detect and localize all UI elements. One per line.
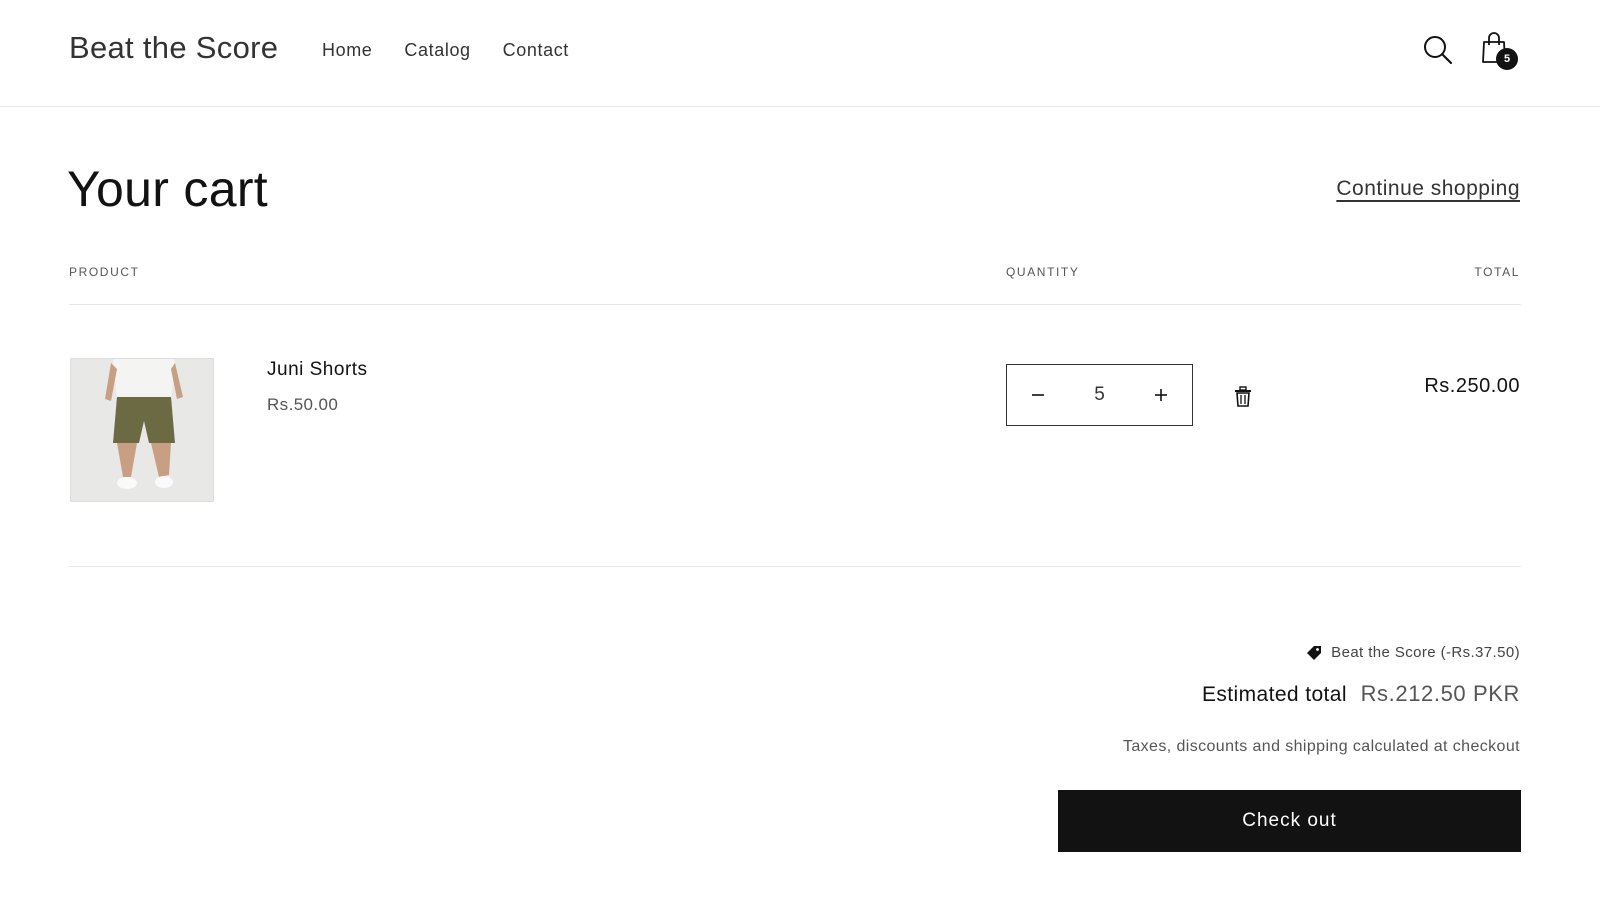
quantity-input[interactable] xyxy=(1069,365,1130,425)
checkout-button[interactable]: Check out xyxy=(1058,790,1521,852)
search-icon[interactable] xyxy=(1422,34,1454,66)
plus-icon xyxy=(1155,389,1167,401)
quantity-stepper xyxy=(1006,364,1193,426)
minus-icon xyxy=(1032,394,1044,396)
divider xyxy=(69,304,1521,305)
divider xyxy=(69,566,1521,567)
column-header-total: Total xyxy=(1474,265,1520,279)
trash-icon xyxy=(1235,386,1251,407)
estimated-total-value: Rs.212.50 PKR xyxy=(1360,681,1520,706)
column-header-quantity: Quantity xyxy=(1006,265,1080,279)
store-logo[interactable]: Beat the Score xyxy=(69,30,278,66)
tag-icon xyxy=(1307,645,1322,660)
product-name[interactable]: Juni Shorts xyxy=(267,359,368,381)
nav-link-catalog[interactable]: Catalog xyxy=(404,40,470,61)
product-image[interactable] xyxy=(70,358,214,502)
discount-label: Beat the Score (-Rs.37.50) xyxy=(1331,644,1520,661)
decrease-quantity-button[interactable] xyxy=(1007,365,1069,425)
column-header-product: Product xyxy=(69,265,140,279)
page-title: Your cart xyxy=(67,161,268,217)
line-total: Rs.250.00 xyxy=(1424,375,1520,397)
nav-link-contact[interactable]: Contact xyxy=(503,40,569,61)
site-header: Beat the Score Home Catalog Contact 5 xyxy=(0,0,1600,107)
tax-note: Taxes, discounts and shipping calculated… xyxy=(1122,738,1520,755)
cart-count-badge: 5 xyxy=(1496,48,1518,70)
remove-item-button[interactable] xyxy=(1233,386,1253,408)
increase-quantity-button[interactable] xyxy=(1130,365,1192,425)
main-nav: Home Catalog Contact xyxy=(322,40,569,61)
continue-shopping-link[interactable]: Continue shopping xyxy=(1336,177,1520,201)
estimated-total-label: Estimated total xyxy=(1202,683,1347,706)
cart-button[interactable]: 5 xyxy=(1478,30,1518,70)
product-unit-price: Rs.50.00 xyxy=(267,395,339,414)
discount-line: Beat the Score (-Rs.37.50) xyxy=(1306,644,1520,661)
nav-link-home[interactable]: Home xyxy=(322,40,372,61)
